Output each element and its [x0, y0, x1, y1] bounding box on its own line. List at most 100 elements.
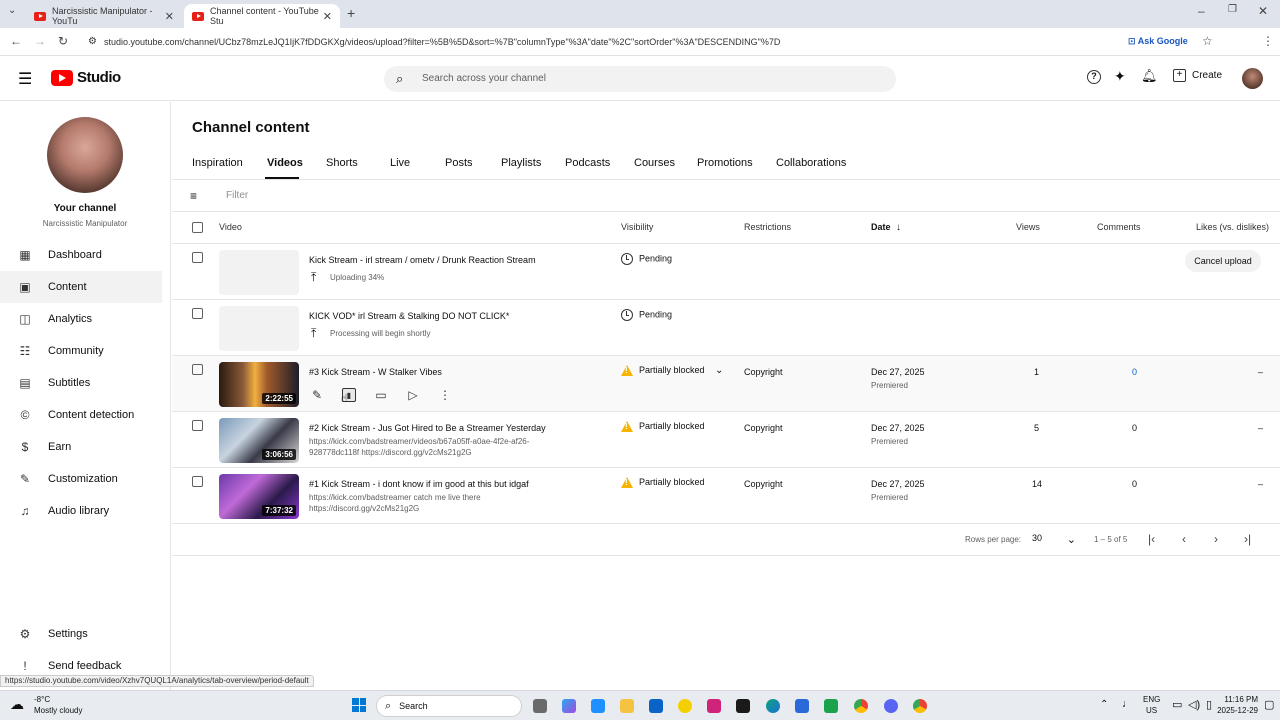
sidebar-item-analytics[interactable]: ◫ Analytics — [0, 303, 162, 335]
taskbar-search[interactable]: ⌕ Search — [376, 695, 522, 717]
table-row[interactable]: 7:37:32 #1 Kick Stream - i dont know if … — [172, 468, 1280, 523]
sidebar-item-dashboard[interactable]: ▦ Dashboard — [0, 239, 162, 271]
tab-inspiration[interactable]: Inspiration — [192, 157, 243, 169]
app-icon[interactable] — [824, 699, 838, 713]
row-checkbox[interactable] — [192, 364, 203, 375]
hamburger-menu-icon[interactable]: ☰ — [18, 69, 32, 89]
channel-avatar[interactable] — [47, 117, 123, 193]
row-checkbox[interactable] — [192, 420, 203, 431]
browser-tab[interactable]: Narcissistic Manipulator - YouTu ✕ — [26, 4, 182, 28]
sidebar-item-subtitles[interactable]: ▤ Subtitles — [0, 367, 162, 399]
back-icon[interactable]: ← — [10, 34, 22, 48]
tab-videos[interactable]: Videos — [267, 157, 303, 169]
tab-courses[interactable]: Courses — [634, 157, 675, 169]
column-header-likes[interactable]: Likes (vs. dislikes) — [1196, 222, 1269, 232]
tray-chevron-icon[interactable]: ⌃ — [1100, 699, 1108, 710]
comment-count[interactable]: 0 — [1132, 423, 1137, 433]
row-checkbox[interactable] — [192, 476, 203, 487]
site-info-icon[interactable]: ⚙ — [88, 33, 97, 51]
tab-collaborations[interactable]: Collaborations — [776, 157, 846, 169]
restriction-label[interactable]: Copyright — [744, 423, 783, 433]
previous-page-icon[interactable]: ‹ — [1182, 532, 1186, 546]
video-thumbnail[interactable]: 2:22:55 — [219, 362, 299, 407]
network-icon[interactable]: ▭ — [1172, 698, 1182, 711]
app-icon[interactable] — [736, 699, 750, 713]
microphone-icon[interactable]: ♩ — [1122, 698, 1133, 710]
forward-icon[interactable]: → — [34, 34, 46, 48]
table-row[interactable]: Kick Stream - irl stream / ometv / Drunk… — [172, 244, 1280, 299]
sidebar-item-customization[interactable]: ✎ Customization — [0, 463, 162, 495]
column-header-comments[interactable]: Comments — [1097, 222, 1141, 232]
sidebar-item-content[interactable]: ▣ Content — [0, 271, 162, 303]
sidebar-item-earn[interactable]: $ Earn — [0, 431, 162, 463]
reload-icon[interactable]: ↻ — [58, 34, 68, 48]
tab-search-icon[interactable]: ⌄ — [8, 5, 16, 16]
store-icon[interactable] — [795, 699, 809, 713]
ask-google-button[interactable]: ⊡ Ask Google — [1128, 36, 1188, 47]
column-header-date[interactable]: Date ↓ — [871, 222, 901, 233]
outlook-icon[interactable] — [649, 699, 663, 713]
column-header-restrictions[interactable]: Restrictions — [744, 222, 791, 232]
restriction-label[interactable]: Copyright — [744, 367, 783, 377]
windows-start-icon[interactable] — [352, 698, 366, 712]
edit-pencil-icon[interactable]: ✎ — [310, 388, 324, 402]
app-icon[interactable] — [707, 699, 721, 713]
discord-icon[interactable] — [884, 699, 898, 713]
app-icon[interactable] — [678, 699, 692, 713]
restriction-label[interactable]: Copyright — [744, 479, 783, 489]
weather-temp[interactable]: -8°C — [34, 695, 50, 704]
comments-icon[interactable]: ▭ — [374, 388, 388, 402]
chrome-icon[interactable] — [854, 699, 868, 713]
close-icon[interactable]: ✕ — [323, 10, 332, 23]
widgets-icon[interactable] — [591, 699, 605, 713]
task-view-icon[interactable] — [533, 699, 547, 713]
search-input[interactable]: Search across your channel — [422, 73, 546, 84]
column-header-visibility[interactable]: Visibility — [621, 222, 653, 232]
video-thumbnail[interactable]: 3:06:56 — [219, 418, 299, 463]
rows-per-page-select[interactable]: 30 ⌄ — [1032, 533, 1076, 547]
video-thumbnail[interactable]: 7:37:32 — [219, 474, 299, 519]
last-page-icon[interactable]: ›| — [1244, 532, 1251, 546]
next-page-icon[interactable]: › — [1214, 532, 1218, 546]
help-icon[interactable]: ? — [1087, 70, 1101, 84]
file-explorer-icon[interactable] — [620, 699, 634, 713]
url-field[interactable]: ⚙ studio.youtube.com/channel/UCbz78mzLeJ… — [86, 33, 1262, 51]
table-row[interactable]: KICK VOD* irl Stream & Stalking DO NOT C… — [172, 300, 1280, 355]
browser-menu-icon[interactable]: ⋮ — [1262, 34, 1274, 48]
language-code[interactable]: ENG — [1143, 695, 1160, 704]
cancel-upload-button[interactable]: Cancel upload — [1185, 250, 1261, 272]
comment-count[interactable]: 0 — [1132, 367, 1137, 377]
notifications-icon[interactable]: 🔔︎ — [1141, 68, 1158, 84]
account-avatar[interactable] — [1242, 68, 1263, 89]
column-header-views[interactable]: Views — [1016, 222, 1040, 232]
first-page-icon[interactable]: |‹ — [1148, 532, 1155, 546]
filter-input[interactable]: Filter — [226, 190, 248, 201]
region-code[interactable]: US — [1146, 706, 1157, 715]
table-row[interactable]: 3:06:56 #2 Kick Stream - Jus Got Hired t… — [172, 412, 1280, 467]
table-row[interactable]: 2:22:55 #3 Kick Stream - W Stalker Vibes… — [172, 356, 1280, 411]
row-checkbox[interactable] — [192, 308, 203, 319]
sidebar-item-content-detection[interactable]: © Content detection — [0, 399, 162, 431]
tab-promotions[interactable]: Promotions — [697, 157, 753, 169]
chrome-active-icon[interactable] — [913, 699, 927, 713]
restore-icon[interactable]: ❐ — [1228, 4, 1237, 15]
chevron-down-icon[interactable]: ⌄ — [715, 365, 723, 376]
visibility-status[interactable]: Partially blocked ⌄ — [621, 365, 723, 377]
edge-icon[interactable] — [766, 699, 780, 713]
youtube-play-icon[interactable]: ▷ — [406, 388, 420, 402]
filter-icon[interactable]: ≡ — [190, 189, 197, 203]
select-all-checkbox[interactable] — [192, 222, 203, 233]
create-button[interactable]: + Create — [1173, 69, 1222, 82]
video-title[interactable]: #1 Kick Stream - i dont know if im good … — [309, 479, 529, 489]
volume-icon[interactable]: ◁) — [1188, 698, 1200, 711]
video-title[interactable]: #2 Kick Stream - Jus Got Hired to Be a S… — [309, 423, 546, 433]
close-icon[interactable]: ✕ — [165, 10, 174, 23]
weather-desc[interactable]: Mostly cloudy — [34, 706, 82, 715]
notification-center-icon[interactable]: ▢ — [1264, 698, 1274, 711]
more-options-icon[interactable]: ⋮ — [438, 388, 452, 402]
tab-podcasts[interactable]: Podcasts — [565, 157, 610, 169]
tab-live[interactable]: Live — [390, 157, 410, 169]
copilot-icon[interactable] — [562, 699, 576, 713]
row-checkbox[interactable] — [192, 252, 203, 263]
new-tab-icon[interactable]: + — [347, 5, 355, 21]
